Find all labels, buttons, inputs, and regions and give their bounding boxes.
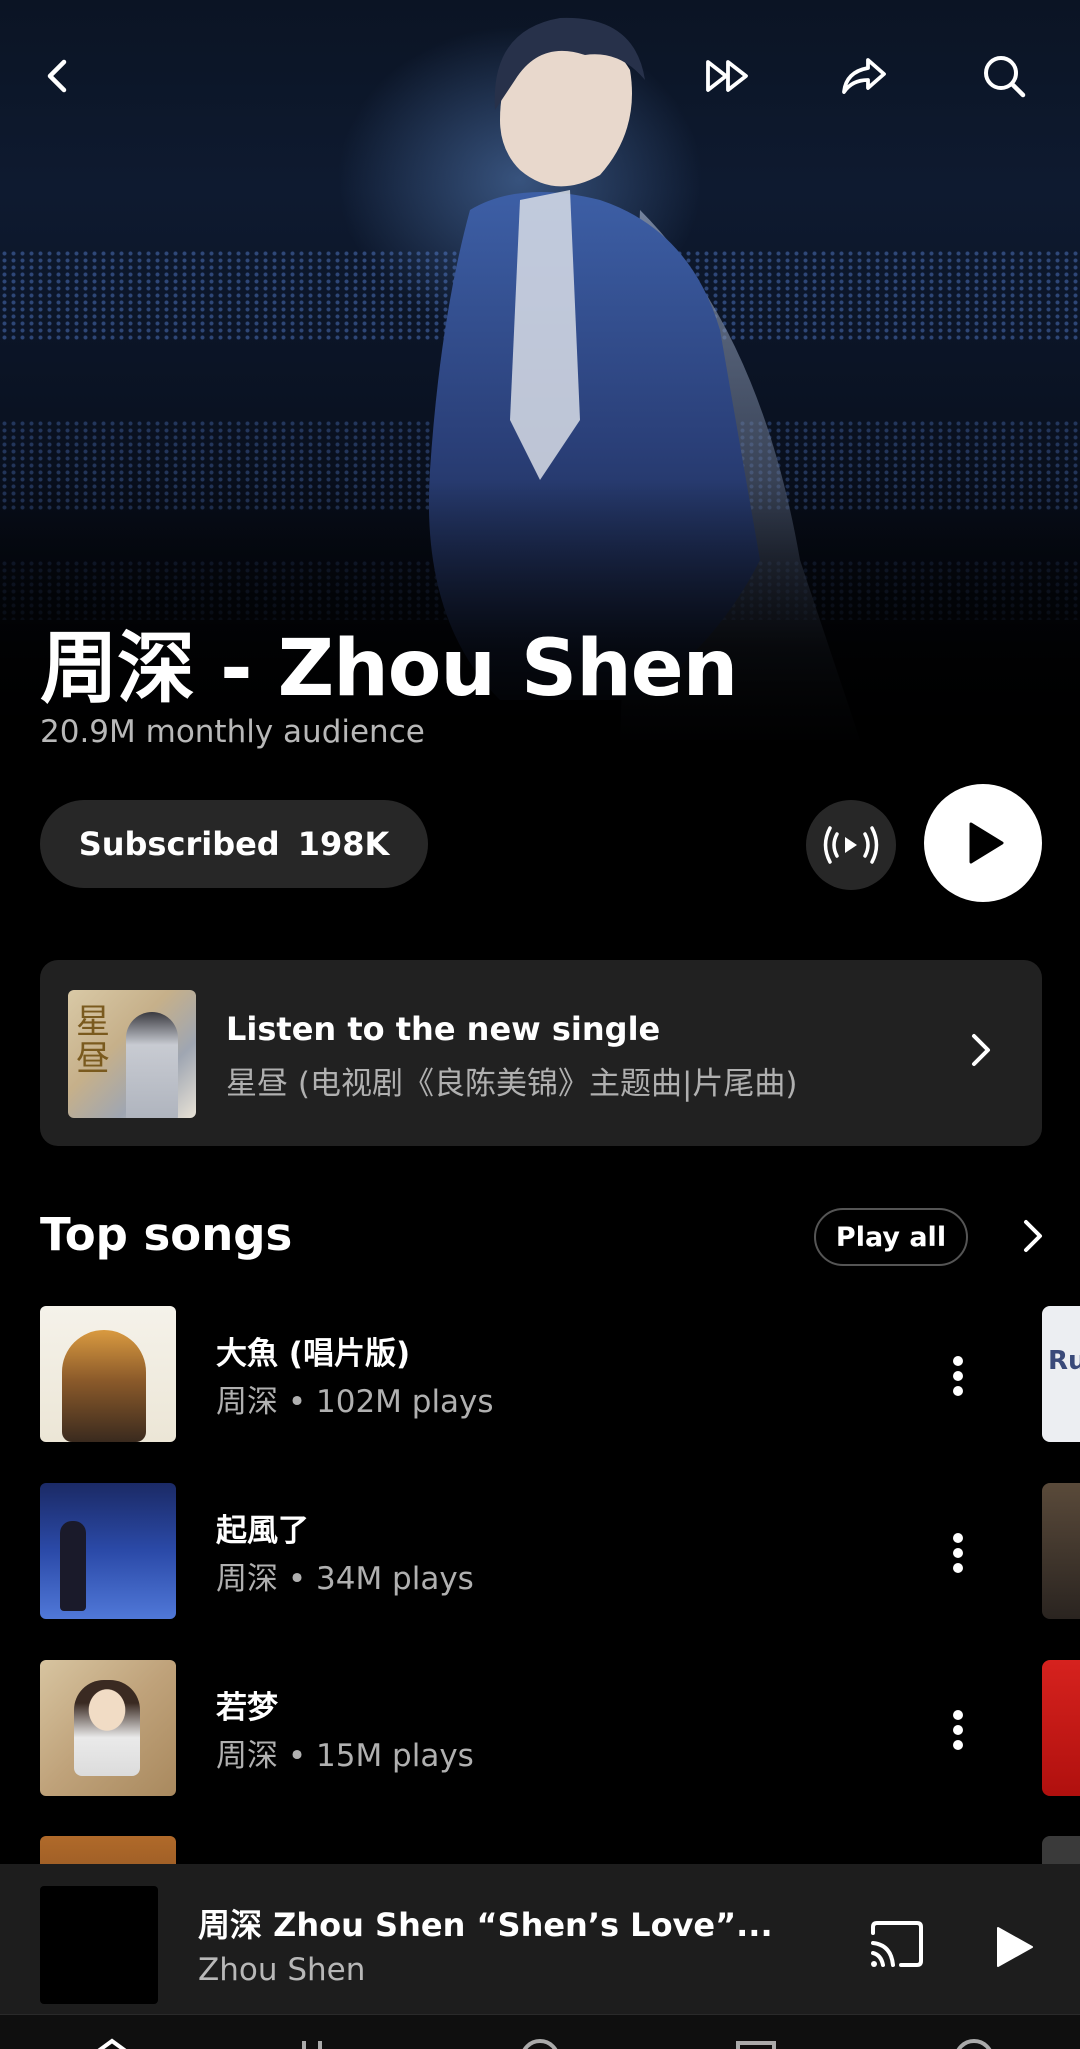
song-row[interactable]: 大魚 (唱片版) 周深 • 102M plays Rul: [0, 1306, 1080, 1446]
peek-album-text: Rul: [1048, 1346, 1080, 1376]
radio-broadcast-icon: [823, 826, 879, 864]
peek-album-art[interactable]: [1042, 1660, 1080, 1796]
more-vertical-icon: [953, 1710, 963, 1750]
song-title: 起風了: [216, 1513, 309, 1549]
mini-play-button[interactable]: [980, 1914, 1046, 1980]
monthly-audience: 20.9M monthly audience: [40, 714, 425, 750]
now-playing-art: [40, 1886, 158, 2004]
song-cover-art: [40, 1660, 176, 1796]
home-icon[interactable]: [84, 2037, 140, 2049]
cover-artwork-lettering: 星昼: [76, 1002, 110, 1080]
explore-icon[interactable]: [512, 2037, 568, 2049]
subscribe-label: Subscribed: [78, 825, 280, 863]
now-playing-artist: Zhou Shen: [198, 1952, 366, 1988]
song-row[interactable]: 若梦 周深 • 15M plays: [0, 1660, 1080, 1800]
library-icon[interactable]: [728, 2037, 784, 2049]
song-cover-art: [40, 1306, 176, 1442]
cover-artwork-figure: [126, 1012, 178, 1118]
more-vertical-icon: [953, 1533, 963, 1573]
song-subtitle: 周深 • 34M plays: [216, 1561, 474, 1597]
peek-album-art[interactable]: Rul: [1042, 1306, 1080, 1442]
cast-button[interactable]: [862, 1914, 932, 1974]
premium-icon[interactable]: [946, 2037, 1002, 2049]
single-heading: Listen to the new single: [226, 1010, 661, 1048]
back-button[interactable]: [26, 44, 90, 108]
song-row[interactable]: [0, 1836, 1080, 1864]
song-cover-art: [40, 1483, 176, 1619]
play-artist-button[interactable]: [924, 784, 1042, 902]
share-arrow-icon: [842, 58, 886, 94]
top-songs-heading: Top songs: [40, 1208, 293, 1261]
now-playing-title: 周深 Zhou Shen “Shen’s Love”...: [198, 1906, 773, 1944]
search-icon: [984, 56, 1026, 98]
fast-forward-icon: [706, 60, 748, 92]
bottom-navigation: [0, 2014, 1080, 2049]
song-row[interactable]: 起風了 周深 • 34M plays: [0, 1483, 1080, 1623]
play-icon: [997, 1927, 1033, 1967]
song-cover-art: [40, 1836, 176, 1864]
subscriber-count: 198K: [297, 825, 390, 863]
single-title: 星昼 (电视剧《良陈美锦》主题曲|片尾曲): [226, 1066, 798, 1102]
share-button[interactable]: [832, 44, 896, 108]
samples-icon[interactable]: [284, 2037, 340, 2049]
shuffle-play-button[interactable]: [696, 44, 760, 108]
song-more-button[interactable]: [930, 1344, 986, 1408]
peek-album-art[interactable]: [1042, 1483, 1080, 1619]
new-single-card[interactable]: 星昼 Listen to the new single 星昼 (电视剧《良陈美锦…: [40, 960, 1042, 1146]
artist-name: 周深 - Zhou Shen: [40, 624, 738, 714]
top-songs-more-button[interactable]: [1004, 1208, 1060, 1264]
song-more-button[interactable]: [930, 1698, 986, 1762]
chevron-right-icon: [952, 1022, 1008, 1078]
play-all-button[interactable]: Play all: [814, 1208, 968, 1266]
single-cover-art: 星昼: [68, 990, 196, 1118]
mini-player[interactable]: 周深 Zhou Shen “Shen’s Love”... Zhou Shen: [0, 1864, 1080, 2014]
more-vertical-icon: [953, 1356, 963, 1396]
song-subtitle: 周深 • 15M plays: [216, 1738, 474, 1774]
song-subtitle: 周深 • 102M plays: [216, 1384, 494, 1420]
song-title: 若梦: [216, 1690, 278, 1726]
song-title: 大魚 (唱片版): [216, 1336, 411, 1372]
chevron-right-icon: [1024, 1220, 1042, 1252]
chevron-left-icon: [47, 59, 67, 93]
cast-icon: [871, 1921, 923, 1967]
song-more-button[interactable]: [930, 1521, 986, 1585]
subscribe-button[interactable]: Subscribed 198K: [40, 800, 428, 888]
play-icon: [969, 822, 1004, 864]
search-button[interactable]: [972, 44, 1036, 108]
artist-radio-button[interactable]: [806, 800, 896, 890]
peek-album-art[interactable]: [1042, 1836, 1080, 1864]
